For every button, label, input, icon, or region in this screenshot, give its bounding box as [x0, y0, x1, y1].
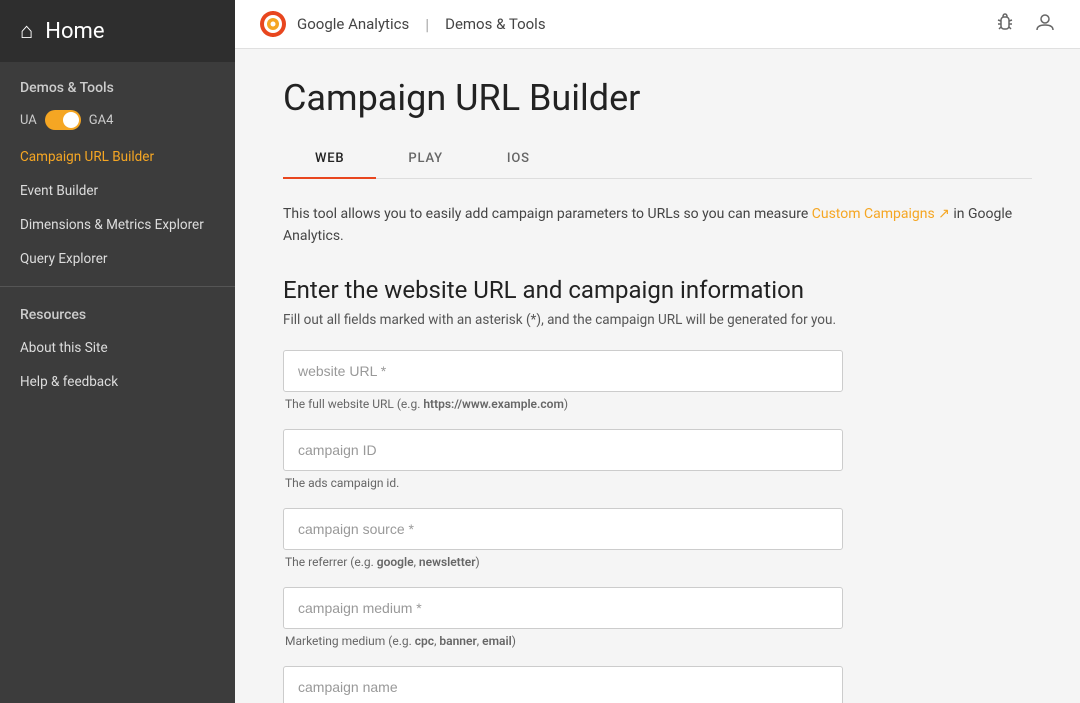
campaign-id-input[interactable]	[283, 429, 843, 471]
sidebar-item-campaign-url-builder[interactable]: Campaign URL Builder	[0, 140, 235, 174]
page-title: Campaign URL Builder	[283, 77, 1032, 119]
header-brand-text: Google Analytics	[297, 15, 409, 33]
ga4-toggle[interactable]	[45, 110, 81, 130]
field-campaign-medium: Marketing medium (e.g. cpc, banner, emai…	[283, 587, 843, 648]
campaign-name-input[interactable]	[283, 666, 843, 703]
main-content: Google Analytics | Demos & Tools	[235, 0, 1080, 703]
header: Google Analytics | Demos & Tools	[235, 0, 1080, 49]
sidebar-divider	[0, 286, 235, 287]
website-url-hint: The full website URL (e.g. https://www.e…	[283, 397, 843, 411]
sidebar-item-dimensions-metrics[interactable]: Dimensions & Metrics Explorer	[0, 208, 235, 242]
form-section-title: Enter the website URL and campaign infor…	[283, 276, 1032, 304]
sidebar: ⌂ Home Demos & Tools UA GA4 Campaign URL…	[0, 0, 235, 703]
demos-tools-section-label: Demos & Tools	[0, 62, 235, 104]
custom-campaigns-link[interactable]: Custom Campaigns ↗	[812, 206, 950, 222]
page-content: Campaign URL Builder WEB PLAY IOS This t…	[235, 49, 1080, 703]
form-section-subtitle: Fill out all fields marked with an aster…	[283, 312, 1032, 328]
user-icon[interactable]	[1034, 11, 1056, 38]
tabs-bar: WEB PLAY IOS	[283, 139, 1032, 179]
bug-icon[interactable]	[994, 11, 1016, 38]
sidebar-home-link[interactable]: ⌂ Home	[0, 0, 235, 62]
header-divider: |	[425, 15, 429, 34]
resources-section-label: Resources	[0, 297, 235, 331]
header-sub-text: Demos & Tools	[445, 15, 545, 33]
ua-ga4-toggle-row: UA GA4	[0, 104, 235, 140]
home-label: Home	[45, 19, 104, 44]
toggle-thumb	[63, 112, 79, 128]
tab-web[interactable]: WEB	[283, 139, 376, 178]
sidebar-item-query-explorer[interactable]: Query Explorer	[0, 242, 235, 276]
field-campaign-id: The ads campaign id.	[283, 429, 843, 490]
campaign-source-hint: The referrer (e.g. google, newsletter)	[283, 555, 843, 569]
ga4-label: GA4	[89, 113, 114, 128]
description-start: This tool allows you to easily add campa…	[283, 206, 812, 222]
header-brand: Google Analytics | Demos & Tools	[259, 10, 546, 38]
ga-logo	[259, 10, 287, 38]
sidebar-item-help-feedback[interactable]: Help & feedback	[0, 365, 235, 399]
campaign-id-hint: The ads campaign id.	[283, 476, 843, 490]
sidebar-item-about-site[interactable]: About this Site	[0, 331, 235, 365]
sidebar-item-event-builder[interactable]: Event Builder	[0, 174, 235, 208]
description: This tool allows you to easily add campa…	[283, 203, 1032, 248]
header-icons	[994, 11, 1056, 38]
tab-play[interactable]: PLAY	[376, 139, 474, 178]
home-icon: ⌂	[20, 18, 33, 44]
ua-label: UA	[20, 113, 37, 128]
field-campaign-source: The referrer (e.g. google, newsletter)	[283, 508, 843, 569]
field-website-url: The full website URL (e.g. https://www.e…	[283, 350, 843, 411]
campaign-medium-hint: Marketing medium (e.g. cpc, banner, emai…	[283, 634, 843, 648]
website-url-input[interactable]	[283, 350, 843, 392]
tab-ios[interactable]: IOS	[475, 139, 562, 178]
campaign-medium-input[interactable]	[283, 587, 843, 629]
campaign-source-input[interactable]	[283, 508, 843, 550]
field-campaign-name: Product, promo code, or slogan (e.g. spr…	[283, 666, 843, 703]
